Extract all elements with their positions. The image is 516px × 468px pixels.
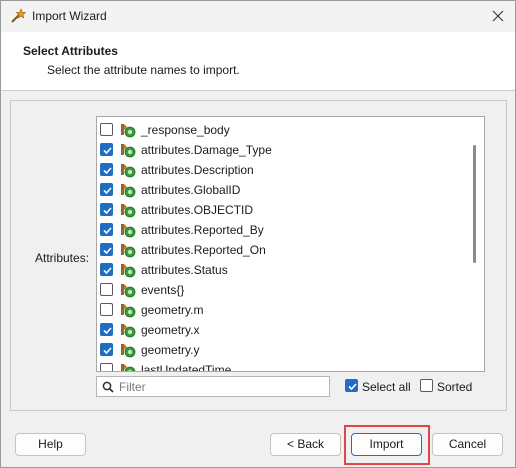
- attribute-checkbox[interactable]: [100, 143, 113, 156]
- attribute-row[interactable]: geometry.y: [97, 340, 467, 360]
- attribute-label: lastUpdatedTime: [141, 363, 232, 372]
- attribute-label: attributes.Damage_Type: [141, 143, 272, 157]
- attribute-field-icon: [121, 344, 136, 358]
- attribute-row[interactable]: attributes.OBJECTID: [97, 200, 467, 220]
- attribute-row[interactable]: lastUpdatedTime: [97, 360, 467, 372]
- attributes-label: Attributes:: [35, 251, 90, 265]
- attribute-row[interactable]: attributes.Reported_On: [97, 240, 467, 260]
- attribute-field-icon: [121, 284, 136, 298]
- attribute-checkbox[interactable]: [100, 303, 113, 316]
- filter-input[interactable]: [119, 379, 324, 394]
- attribute-field-icon: [121, 184, 136, 198]
- wizard-wand-icon: [11, 8, 26, 23]
- attributes-list[interactable]: _response_body attributes.Damage_Typeattr…: [96, 116, 485, 372]
- attribute-row[interactable]: attributes.Reported_By: [97, 220, 467, 240]
- import-highlight-box: [344, 425, 430, 465]
- attribute-field-icon: [121, 164, 136, 178]
- attribute-checkbox[interactable]: [100, 363, 113, 371]
- attribute-row[interactable]: attributes.Damage_Type: [97, 140, 467, 160]
- filter-field[interactable]: [96, 376, 330, 397]
- attributes-panel: Attributes: _response_body attributes.Dam…: [10, 100, 507, 411]
- list-scrollbar[interactable]: [473, 145, 476, 263]
- page-title: Select Attributes: [23, 44, 118, 58]
- attribute-checkbox[interactable]: [100, 343, 113, 356]
- close-icon[interactable]: [489, 7, 507, 25]
- page-subtitle: Select the attribute names to import.: [47, 63, 240, 77]
- sorted-label[interactable]: Sorted: [437, 380, 472, 394]
- attribute-row[interactable]: attributes.Description: [97, 160, 467, 180]
- wizard-header: Select Attributes Select the attribute n…: [1, 32, 515, 91]
- select-all-label[interactable]: Select all: [362, 380, 411, 394]
- attribute-field-icon: [121, 144, 136, 158]
- title-bar: Import Wizard: [1, 1, 515, 32]
- select-all-checkbox[interactable]: [345, 379, 358, 392]
- attribute-field-icon: [121, 124, 136, 138]
- attribute-label: _response_body: [141, 123, 230, 137]
- attribute-field-icon: [121, 244, 136, 258]
- window-title: Import Wizard: [32, 9, 107, 23]
- attribute-label: attributes.Status: [141, 263, 228, 277]
- attribute-row[interactable]: geometry.m: [97, 300, 467, 320]
- attribute-label: geometry.x: [141, 323, 200, 337]
- attribute-row[interactable]: _response_body: [97, 120, 467, 140]
- attribute-field-icon: [121, 324, 136, 338]
- attribute-label: attributes.OBJECTID: [141, 203, 254, 217]
- attribute-field-icon: [121, 264, 136, 278]
- attribute-field-icon: [121, 224, 136, 238]
- back-button[interactable]: < Back: [270, 433, 341, 456]
- attribute-row[interactable]: attributes.GlobalID: [97, 180, 467, 200]
- attribute-field-icon: [121, 364, 136, 371]
- attribute-label: attributes.Description: [141, 163, 254, 177]
- attribute-checkbox[interactable]: [100, 283, 113, 296]
- attribute-field-icon: [121, 304, 136, 318]
- attribute-checkbox[interactable]: [100, 223, 113, 236]
- cancel-button[interactable]: Cancel: [432, 433, 503, 456]
- attribute-label: attributes.Reported_On: [141, 243, 266, 257]
- help-button[interactable]: Help: [15, 433, 86, 456]
- attribute-checkbox[interactable]: [100, 203, 113, 216]
- attribute-checkbox[interactable]: [100, 263, 113, 276]
- attribute-label: attributes.Reported_By: [141, 223, 264, 237]
- attribute-row[interactable]: geometry.x: [97, 320, 467, 340]
- attribute-label: events{}: [141, 283, 185, 297]
- search-icon: [102, 381, 114, 393]
- attribute-checkbox[interactable]: [100, 163, 113, 176]
- attribute-checkbox[interactable]: [100, 243, 113, 256]
- import-wizard-window: Import Wizard Select Attributes Select t…: [0, 0, 516, 468]
- attribute-checkbox[interactable]: [100, 183, 113, 196]
- attribute-field-icon: [121, 204, 136, 218]
- sorted-checkbox[interactable]: [420, 379, 433, 392]
- attribute-label: attributes.GlobalID: [141, 183, 241, 197]
- attribute-row[interactable]: events{}: [97, 280, 467, 300]
- attribute-label: geometry.y: [141, 343, 200, 357]
- attribute-checkbox[interactable]: [100, 123, 113, 136]
- attribute-checkbox[interactable]: [100, 323, 113, 336]
- attribute-label: geometry.m: [141, 303, 204, 317]
- attribute-row[interactable]: attributes.Status: [97, 260, 467, 280]
